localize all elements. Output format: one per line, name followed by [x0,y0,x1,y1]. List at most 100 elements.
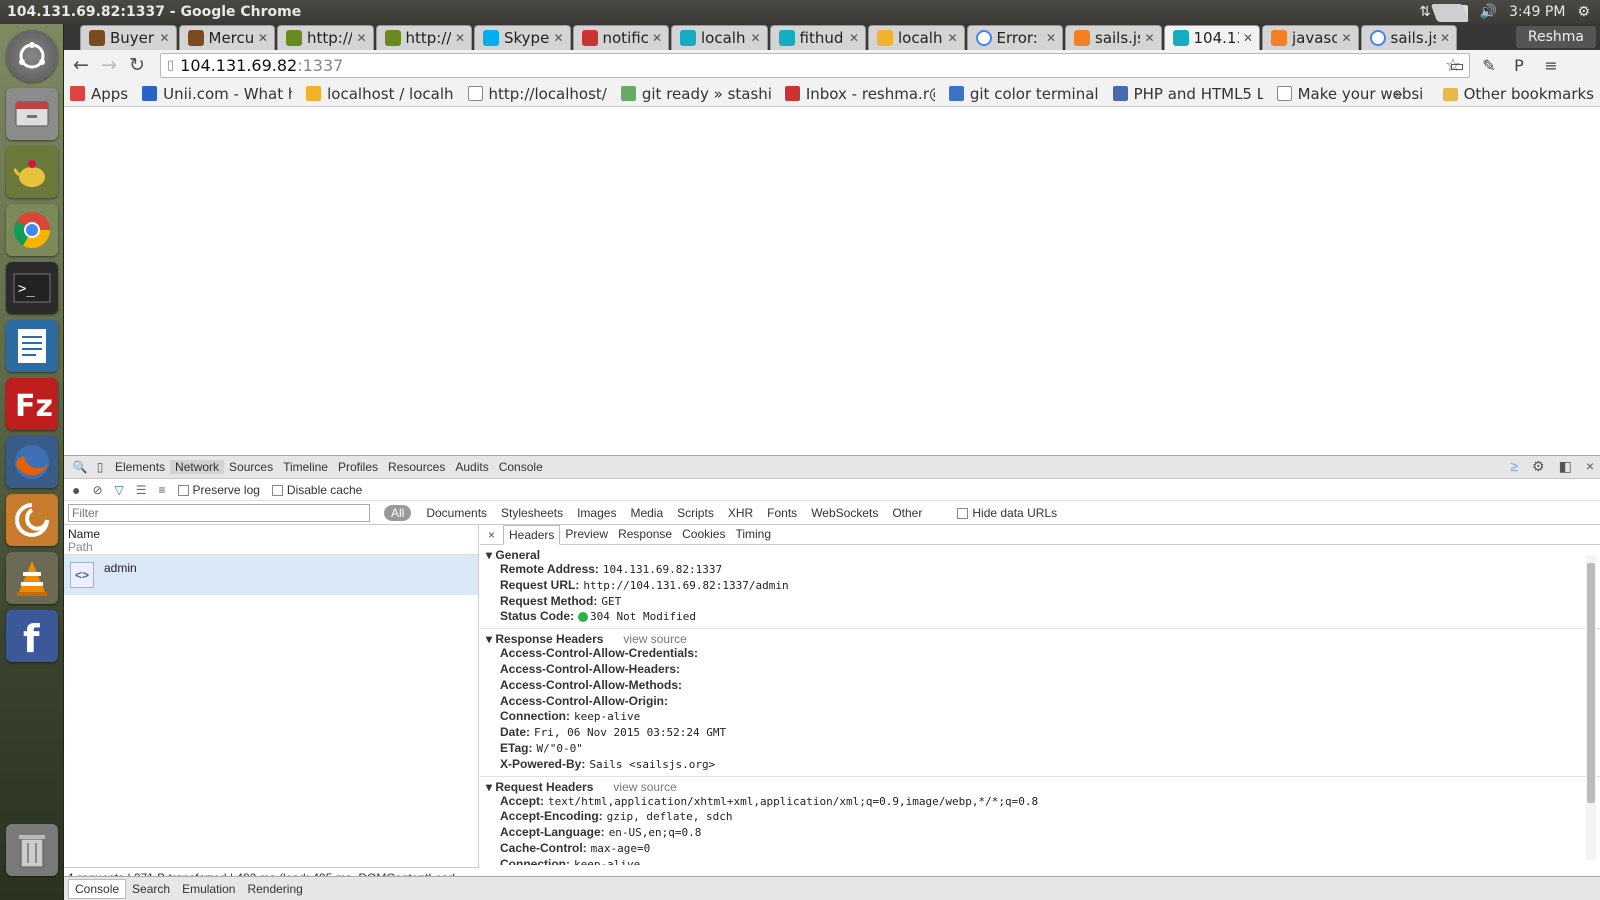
request-headers-toggle[interactable]: ▾ Request Headers view source [486,780,1600,794]
forward-icon[interactable]: → [96,54,122,76]
facebook-icon[interactable]: f [6,610,58,662]
filter-type-stylesheets[interactable]: Stylesheets [494,506,570,520]
tab-close-icon[interactable]: ✕ [652,31,662,45]
clock[interactable]: 3:49 PM [1509,4,1565,20]
dash-home-icon[interactable] [6,30,58,82]
reload-icon[interactable]: ↻ [124,54,150,76]
tab-close-icon[interactable]: ✕ [1243,31,1253,45]
browser-tab[interactable]: sails.js ✕ [1065,25,1162,50]
browser-tab[interactable]: localh ✕ [671,25,768,50]
browser-tab[interactable]: Buyer | ✕ [80,25,177,50]
detail-tab-cookies[interactable]: Cookies [677,525,730,545]
response-view-source-link[interactable]: view source [623,632,686,646]
bookmark-item[interactable]: localhost / localh [306,85,454,103]
cast-icon[interactable]: ▭ [1448,56,1466,75]
profile-button[interactable]: Reshma [1515,26,1596,48]
bookmark-item[interactable]: git ready » stashi [620,85,771,103]
network-icon[interactable]: ⇅ [1419,4,1431,20]
terminal-icon[interactable]: >_ [6,262,58,314]
volume-icon[interactable]: 🔊 [1480,4,1497,20]
devtools-tab-timeline[interactable]: Timeline [278,460,333,474]
drawer-tab-search[interactable]: Search [126,880,176,898]
tab-close-icon[interactable]: ✕ [1440,31,1450,45]
settings-gear-icon[interactable]: ⚙ [1577,4,1590,20]
devtools-close-icon[interactable]: × [1586,458,1594,475]
response-headers-toggle[interactable]: ▾ Response Headers view source [486,632,1600,646]
detail-tab-headers[interactable]: Headers [503,525,561,545]
detail-tab-timing[interactable]: Timing [730,525,776,545]
firefox-icon[interactable] [6,436,58,488]
browser-tab[interactable]: http://✕ [277,25,374,50]
devtools-tab-sources[interactable]: Sources [224,460,278,474]
bookmark-item[interactable]: Apps [70,85,128,103]
shotwell-icon[interactable] [6,494,58,546]
filezilla-icon[interactable]: Fz [6,378,58,430]
new-tab-button[interactable] [1430,4,1470,22]
overview-icon[interactable]: ≡ [159,483,166,497]
tab-close-icon[interactable]: ✕ [1144,31,1154,45]
tab-close-icon[interactable]: ✕ [947,31,957,45]
inspect-search-icon[interactable]: 🔍 [70,460,90,474]
filter-type-xhr[interactable]: XHR [721,506,760,520]
tab-close-icon[interactable]: ✕ [356,31,366,45]
bookmark-item[interactable]: PHP and HTML5 L [1112,85,1263,103]
chrome-menu-icon[interactable]: ≡ [1542,56,1560,75]
trash-icon[interactable] [6,824,58,876]
extension-icon[interactable]: ✎ [1480,56,1498,75]
tab-close-icon[interactable]: ✕ [159,31,169,45]
address-bar[interactable]: ▯ 104.131.69.82:1337 ☆ [160,53,1470,78]
large-rows-icon[interactable]: ☰ [136,483,147,497]
bookmark-item[interactable]: Unii.com - What h [142,85,292,103]
devtools-tab-console[interactable]: Console [494,460,548,474]
back-icon[interactable]: ← [68,54,94,76]
devtools-tab-audits[interactable]: Audits [450,460,493,474]
tab-close-icon[interactable]: ✕ [1046,31,1056,45]
teapot-app-icon[interactable] [6,146,58,198]
disable-cache-checkbox[interactable]: Disable cache [271,483,362,497]
writer-icon[interactable] [6,320,58,372]
devtools-tab-network[interactable]: Network [170,460,225,474]
other-bookmarks[interactable]: Other bookmarks [1442,85,1594,103]
dock-side-icon[interactable]: ◧ [1559,458,1572,475]
filter-type-websockets[interactable]: WebSockets [804,506,885,520]
devtools-settings-icon[interactable]: ⚙ [1532,458,1545,475]
preserve-log-checkbox[interactable]: Preserve log [177,483,260,497]
devtools-tab-resources[interactable]: Resources [383,460,450,474]
tab-close-icon[interactable]: ✕ [750,31,760,45]
tab-close-icon[interactable]: ✕ [258,31,268,45]
bookmark-item[interactable]: Inbox - reshma.r@ [784,85,935,103]
filter-type-media[interactable]: Media [623,506,670,520]
filter-icon[interactable]: ▽ [115,483,124,497]
filter-type-other[interactable]: Other [885,506,929,520]
browser-tab[interactable]: sails.js ✕ [1360,25,1457,50]
browser-tab[interactable]: http://✕ [375,25,472,50]
filter-type-fonts[interactable]: Fonts [760,506,804,520]
record-icon[interactable]: ● [72,482,80,498]
filter-type-documents[interactable]: Documents [419,506,494,520]
devtools-tab-profiles[interactable]: Profiles [333,460,383,474]
detail-tab-response[interactable]: Response [613,525,677,545]
request-row[interactable]: <> admin [64,555,478,595]
filter-input[interactable] [68,503,370,522]
drawer-tab-emulation[interactable]: Emulation [176,880,241,898]
drawer-tab-console[interactable]: Console [68,878,127,899]
filter-type-all[interactable]: All [384,504,412,521]
clear-icon[interactable]: ⊘ [92,483,102,497]
close-details-icon[interactable]: × [486,528,503,542]
browser-tab[interactable]: localh ✕ [868,25,965,50]
detail-tab-preview[interactable]: Preview [560,525,613,545]
filter-type-images[interactable]: Images [570,506,623,520]
browser-tab[interactable]: Error: ✕ [966,25,1063,50]
filter-type-scripts[interactable]: Scripts [670,506,721,520]
bookmarks-overflow-icon[interactable]: » [1394,85,1403,103]
tab-close-icon[interactable]: ✕ [1341,31,1351,45]
device-mode-icon[interactable]: ▯ [90,460,110,474]
console-drawer-icon[interactable]: ≥ [1510,458,1518,475]
devtools-tab-elements[interactable]: Elements [110,460,170,474]
request-view-source-link[interactable]: view source [613,780,676,794]
browser-tab[interactable]: fithud ✕ [769,25,866,50]
chrome-icon[interactable] [6,204,58,256]
general-toggle[interactable]: ▾ General [486,548,1600,562]
browser-tab[interactable]: 104.13 ✕ [1163,25,1260,50]
tab-close-icon[interactable]: ✕ [455,31,465,45]
